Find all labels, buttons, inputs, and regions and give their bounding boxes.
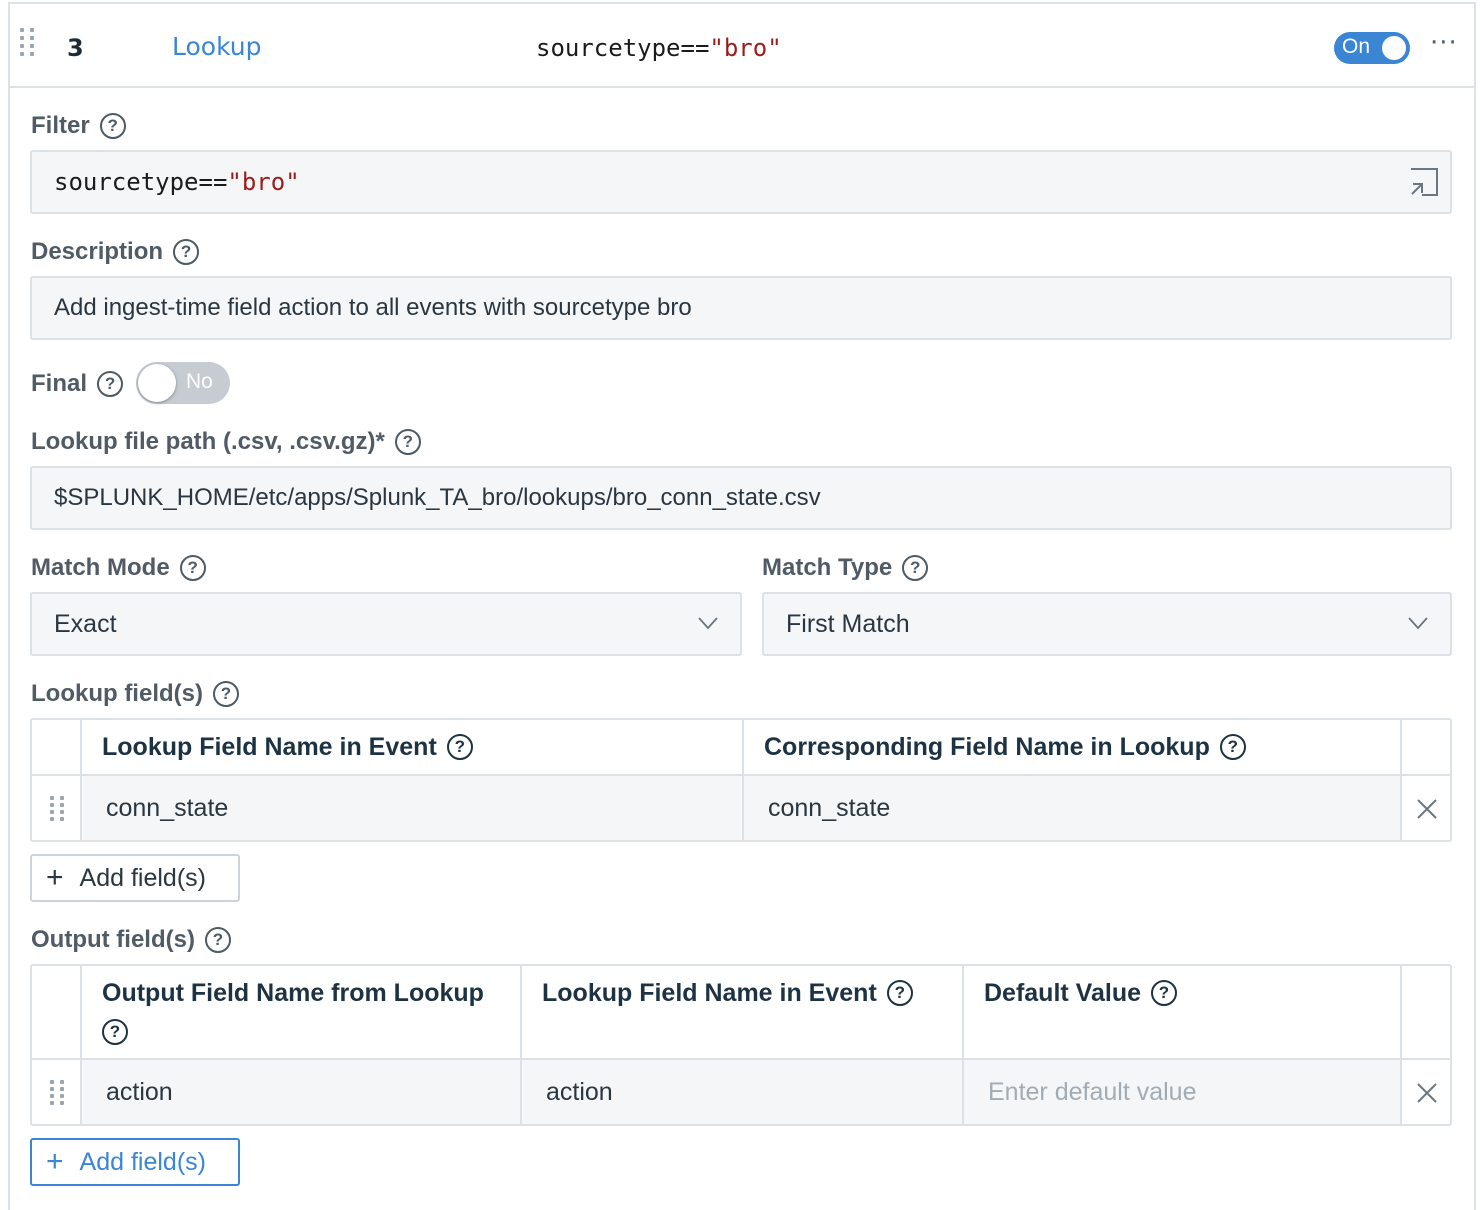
help-icon[interactable]: ? (212, 681, 239, 707)
remove-row-icon[interactable] (1416, 798, 1438, 820)
header-filter-expression: sourcetype=="bro" (536, 34, 782, 62)
chevron-down-icon (1408, 617, 1428, 630)
lookup-fields-table: Lookup Field Name in Event? Correspondin… (30, 718, 1452, 842)
filter-input[interactable]: sourcetype== "bro" (30, 150, 1452, 214)
match-type-label: Match Type? (762, 554, 929, 582)
help-icon[interactable]: ? (446, 734, 473, 760)
lookup-fields-label: Lookup field(s)? (31, 680, 239, 708)
add-lookup-field-button[interactable]: + Add field(s) (30, 854, 240, 902)
help-icon[interactable]: ? (902, 555, 929, 581)
enabled-toggle-label: On (1342, 35, 1371, 58)
table-header: Output Field Name from Lookup? (82, 966, 520, 1058)
row-drag-handle-icon[interactable] (50, 796, 64, 821)
enabled-toggle[interactable]: On (1334, 32, 1410, 64)
help-icon[interactable]: ? (394, 429, 421, 455)
lookup-path-label: Lookup file path (.csv, .csv.gz)*? (31, 428, 421, 456)
help-icon[interactable]: ? (97, 371, 124, 397)
default-value-input[interactable]: Enter default value (964, 1060, 1400, 1124)
filter-label: Filter? (31, 112, 126, 140)
help-icon[interactable]: ? (1219, 734, 1246, 760)
help-icon[interactable]: ? (102, 1019, 128, 1046)
output-event-field-input[interactable]: action (522, 1060, 962, 1124)
rule-number: 3 (67, 34, 84, 62)
lookup-event-field-input[interactable]: conn_state (82, 776, 742, 840)
table-header: Lookup Field Name in Event? (522, 966, 962, 1058)
table-header: Corresponding Field Name in Lookup? (744, 720, 1400, 774)
row-drag-handle-icon[interactable] (50, 1080, 64, 1105)
help-icon[interactable]: ? (173, 239, 200, 265)
plus-icon: + (46, 861, 64, 894)
remove-row-icon[interactable] (1416, 1082, 1438, 1104)
match-mode-value: Exact (54, 609, 117, 638)
chevron-down-icon (698, 617, 718, 630)
function-name-link[interactable]: Lookup (172, 32, 262, 61)
description-input[interactable]: Add ingest-time field action to all even… (30, 276, 1452, 340)
help-icon[interactable]: ? (1151, 980, 1177, 1006)
help-icon[interactable]: ? (886, 980, 913, 1006)
final-label: Final? (31, 370, 124, 398)
lookup-path-input[interactable]: $SPLUNK_HOME/etc/apps/Splunk_TA_bro/look… (30, 466, 1452, 530)
description-label: Description? (31, 238, 200, 266)
add-output-field-button[interactable]: + Add field(s) (30, 1138, 240, 1186)
toggle-knob (138, 364, 176, 402)
match-type-select[interactable]: First Match (762, 592, 1452, 656)
help-icon[interactable]: ? (204, 927, 231, 953)
toggle-knob (1382, 36, 1406, 60)
expand-editor-icon[interactable] (1408, 166, 1440, 198)
drag-handle-icon[interactable] (20, 28, 34, 56)
final-toggle-label: No (186, 370, 213, 393)
table-header: Lookup Field Name in Event? (82, 720, 742, 774)
help-icon[interactable]: ? (99, 113, 126, 139)
match-mode-select[interactable]: Exact (30, 592, 742, 656)
output-field-input[interactable]: action (82, 1060, 520, 1124)
match-mode-label: Match Mode? (31, 554, 206, 582)
match-type-value: First Match (786, 609, 910, 638)
final-toggle[interactable]: No (136, 362, 230, 404)
function-header[interactable]: 3 Lookup sourcetype=="bro" On ··· (10, 4, 1474, 88)
lookup-field-input[interactable]: conn_state (744, 776, 1400, 840)
output-fields-table: Output Field Name from Lookup? Lookup Fi… (30, 964, 1452, 1126)
output-fields-label: Output field(s)? (31, 926, 231, 954)
table-header: Default Value? (964, 966, 1400, 1058)
plus-icon: + (46, 1145, 64, 1178)
more-horizontal-icon[interactable]: ··· (1430, 28, 1458, 58)
help-icon[interactable]: ? (179, 555, 206, 581)
